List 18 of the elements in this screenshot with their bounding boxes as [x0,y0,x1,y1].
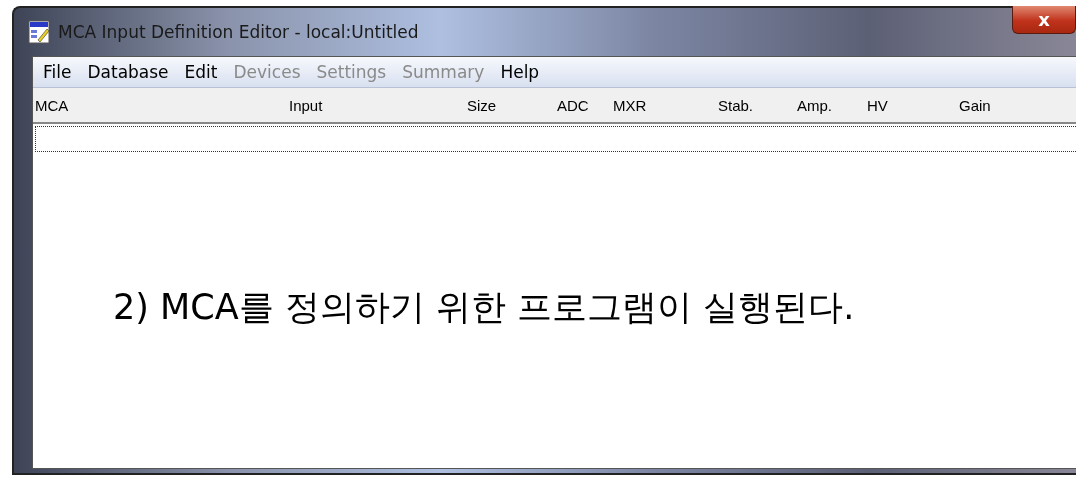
menu-item[interactable]: Edit [176,60,226,84]
focus-row[interactable] [35,126,1076,152]
column-header[interactable]: Stab. [718,96,797,114]
column-header[interactable]: MXR [613,96,718,114]
menu-item[interactable]: Help [492,60,548,84]
column-header[interactable]: Input [289,96,467,114]
column-header[interactable]: Amp. [797,96,867,114]
menu-item[interactable]: Database [79,60,177,84]
app-icon [28,20,50,44]
column-header[interactable]: Size [467,96,557,114]
column-header[interactable]: ADC [557,96,613,114]
window-title: MCA Input Definition Editor - local:Untitled [58,22,419,42]
column-header[interactable]: Gain [959,96,1076,114]
close-button[interactable]: x [1012,6,1076,34]
column-header[interactable]: HV [867,96,959,114]
menu-item[interactable]: File [35,60,80,84]
column-header[interactable]: MCA [33,96,289,114]
annotation-text: 2) MCA를 정의하기 위한 프로그램이 실행된다. [113,286,855,329]
